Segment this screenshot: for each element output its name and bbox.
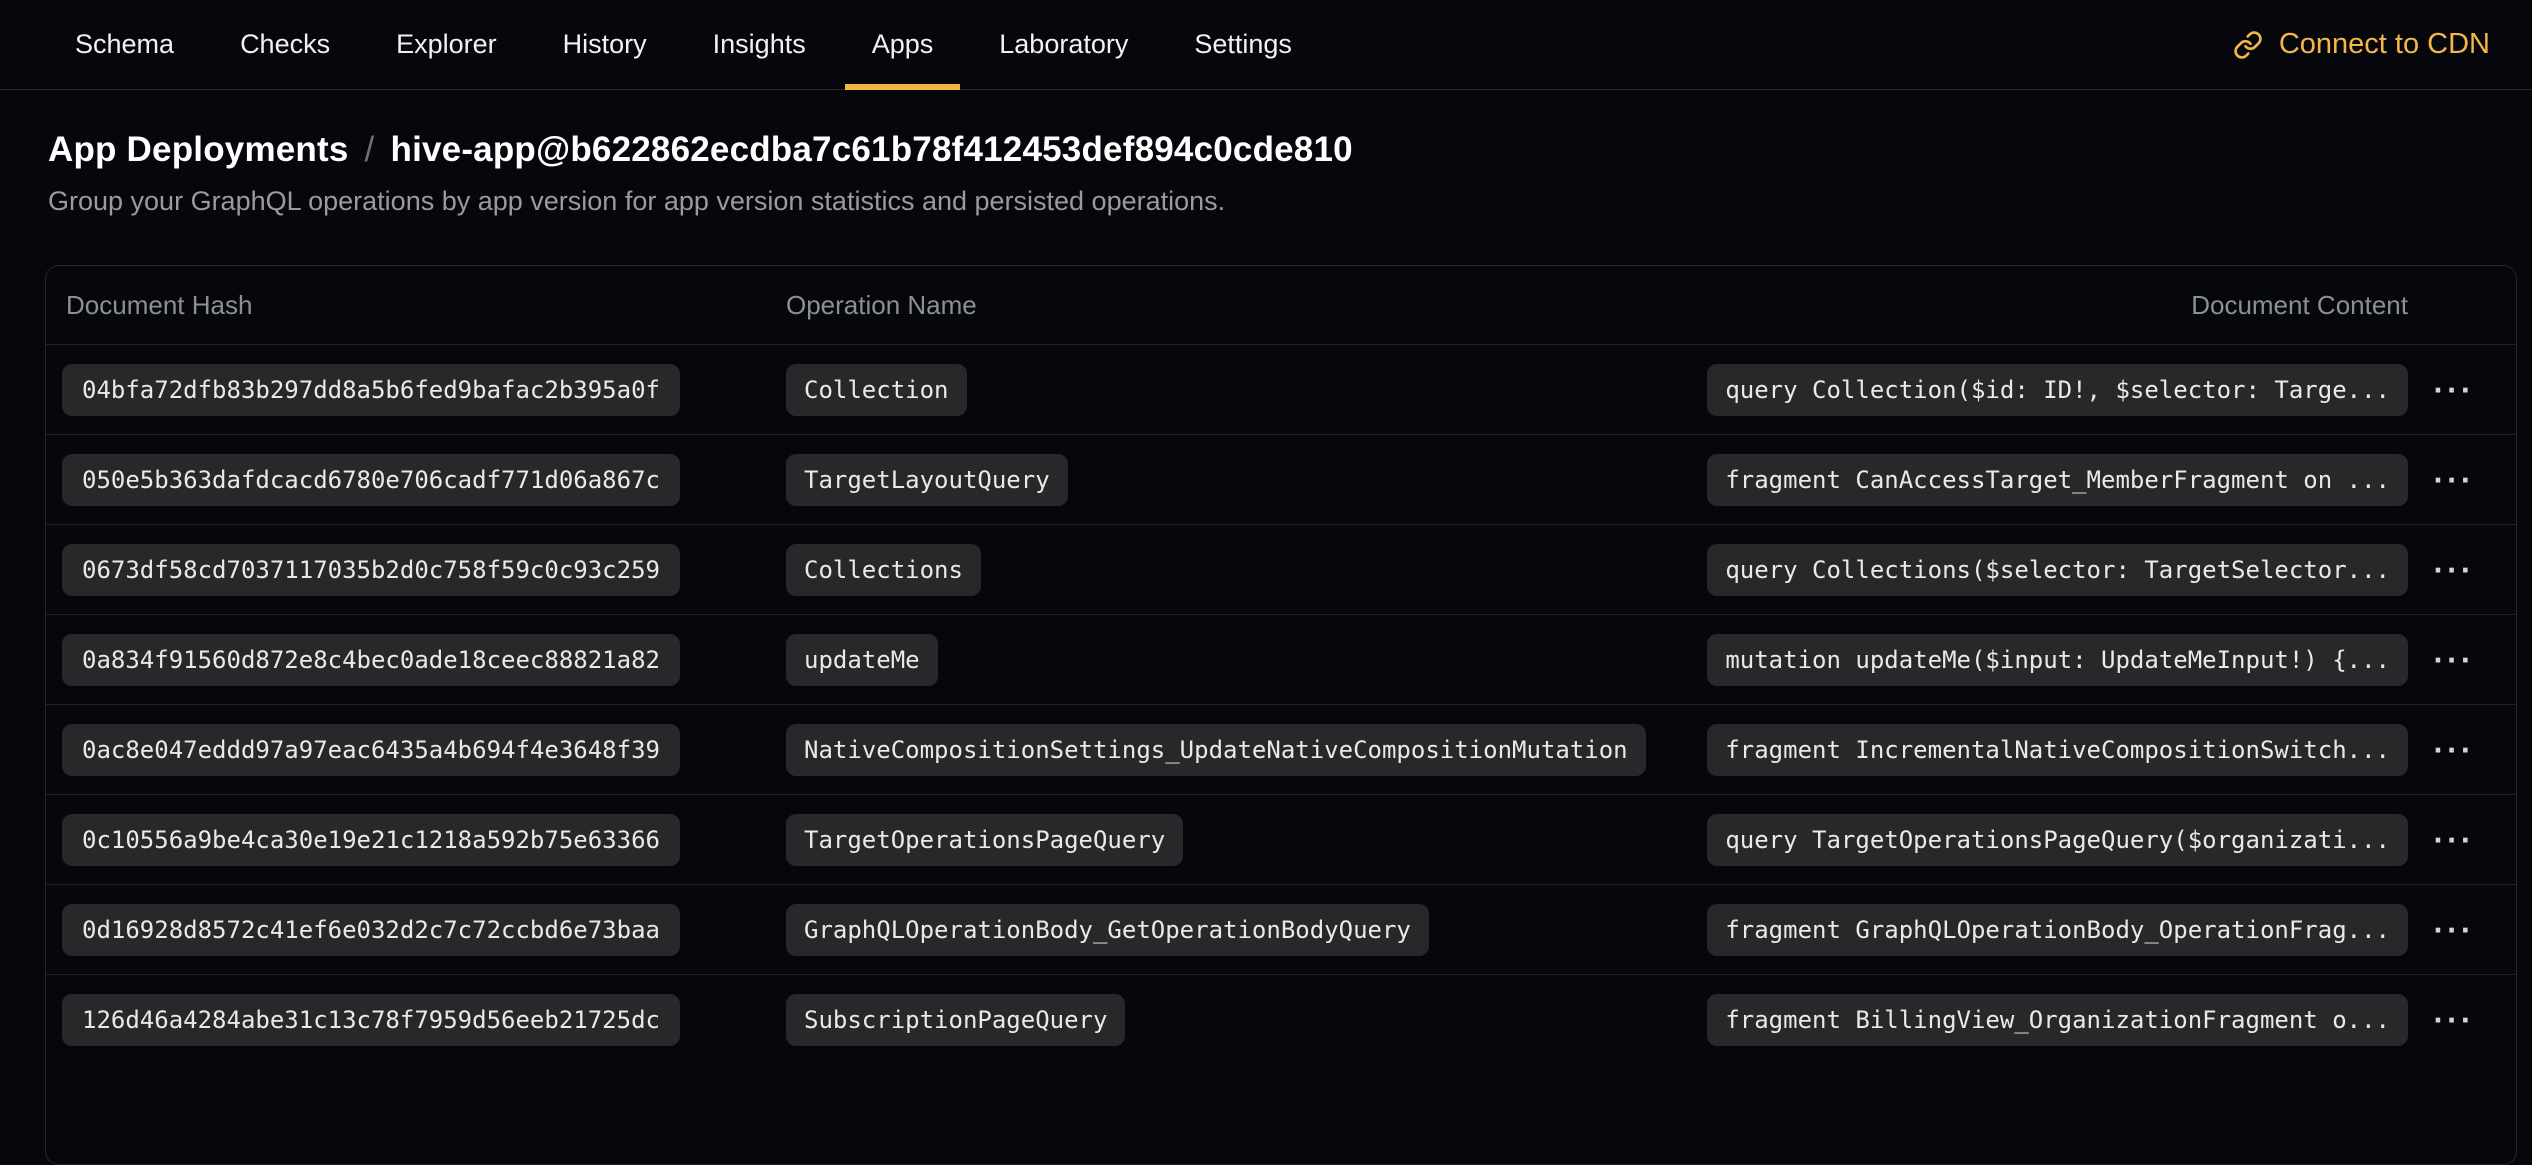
column-header-document-content: Document Content <box>2191 290 2408 321</box>
ellipsis-icon[interactable]: ··· <box>2424 818 2485 862</box>
ellipsis-icon[interactable]: ··· <box>2424 458 2485 502</box>
table-row: 0673df58cd7037117035b2d0c758f59c0c93c259… <box>46 524 2516 614</box>
deployments-table: Document Hash Operation Name Document Co… <box>45 265 2517 1165</box>
app-deployment-id: hive-app@b622862ecdba7c61b78f412453def89… <box>390 130 1352 169</box>
nav-tabs: SchemaChecksExplorerHistoryInsightsAppsL… <box>48 0 1319 89</box>
nav-tab-laboratory[interactable]: Laboratory <box>972 0 1155 89</box>
table-row: 126d46a4284abe31c13c78f7959d56eeb21725dc… <box>46 974 2516 1064</box>
ellipsis-icon[interactable]: ··· <box>2424 908 2485 952</box>
breadcrumb-section[interactable]: App Deployments <box>48 130 349 169</box>
page-header: App Deployments / hive-app@b622862ecdba7c6… <box>0 90 2532 217</box>
document-hash-value: 0d16928d8572c41ef6e032d2c7c72ccbd6e73baa <box>62 904 680 956</box>
operation-name-value: NativeCompositionSettings_UpdateNativeCo… <box>786 724 1646 776</box>
operation-name-value: Collections <box>786 544 981 596</box>
document-hash-value: 0673df58cd7037117035b2d0c758f59c0c93c259 <box>62 544 680 596</box>
ellipsis-icon[interactable]: ··· <box>2424 998 2485 1042</box>
table-body: 04bfa72dfb83b297dd8a5b6fed9bafac2b395a0f… <box>46 344 2516 1064</box>
ellipsis-icon[interactable]: ··· <box>2424 638 2485 682</box>
document-hash-value: 0ac8e047eddd97a97eac6435a4b694f4e3648f39 <box>62 724 680 776</box>
operation-name-value: updateMe <box>786 634 938 686</box>
operation-name-value: TargetOperationsPageQuery <box>786 814 1183 866</box>
table-row: 04bfa72dfb83b297dd8a5b6fed9bafac2b395a0f… <box>46 344 2516 434</box>
column-header-operation-name: Operation Name <box>786 290 2191 321</box>
document-content-preview: query Collection($id: ID!, $selector: Ta… <box>1707 364 2408 416</box>
top-navigation: SchemaChecksExplorerHistoryInsightsAppsL… <box>0 0 2532 90</box>
table-row: 0c10556a9be4ca30e19e21c1218a592b75e63366… <box>46 794 2516 884</box>
column-header-document-hash: Document Hash <box>62 290 786 321</box>
ellipsis-icon[interactable]: ··· <box>2424 728 2485 772</box>
operation-name-value: Collection <box>786 364 967 416</box>
document-hash-value: 0a834f91560d872e8c4bec0ade18ceec88821a82 <box>62 634 680 686</box>
document-content-preview: fragment IncrementalNativeCompositionSwi… <box>1707 724 2408 776</box>
document-hash-value: 0c10556a9be4ca30e19e21c1218a592b75e63366 <box>62 814 680 866</box>
operation-name-value: TargetLayoutQuery <box>786 454 1068 506</box>
document-content-preview: fragment BillingView_OrganizationFragmen… <box>1707 994 2408 1046</box>
document-hash-value: 050e5b363dafdcacd6780e706cadf771d06a867c <box>62 454 680 506</box>
nav-tab-apps[interactable]: Apps <box>845 0 961 89</box>
nav-tab-settings[interactable]: Settings <box>1167 0 1319 89</box>
nav-tab-explorer[interactable]: Explorer <box>369 0 524 89</box>
link-icon <box>2233 30 2263 60</box>
table-row: 050e5b363dafdcacd6780e706cadf771d06a867c… <box>46 434 2516 524</box>
table-row: 0ac8e047eddd97a97eac6435a4b694f4e3648f39… <box>46 704 2516 794</box>
document-hash-value: 04bfa72dfb83b297dd8a5b6fed9bafac2b395a0f <box>62 364 680 416</box>
table-row: 0a834f91560d872e8c4bec0ade18ceec88821a82… <box>46 614 2516 704</box>
page-subtitle: Group your GraphQL operations by app ver… <box>48 186 2484 217</box>
document-content-preview: query Collections($selector: TargetSelec… <box>1707 544 2408 596</box>
document-content-preview: mutation updateMe($input: UpdateMeInput!… <box>1707 634 2408 686</box>
document-content-preview: fragment CanAccessTarget_MemberFragment … <box>1707 454 2408 506</box>
table-header-row: Document Hash Operation Name Document Co… <box>46 266 2516 344</box>
operation-name-value: GraphQLOperationBody_GetOperationBodyQue… <box>786 904 1429 956</box>
connect-to-cdn-button[interactable]: Connect to CDN <box>2233 0 2490 89</box>
ellipsis-icon[interactable]: ··· <box>2424 368 2485 412</box>
nav-tab-insights[interactable]: Insights <box>686 0 833 89</box>
nav-tab-checks[interactable]: Checks <box>213 0 357 89</box>
document-hash-value: 126d46a4284abe31c13c78f7959d56eeb21725dc <box>62 994 680 1046</box>
breadcrumb: App Deployments / hive-app@b622862ecdba7c6… <box>48 130 2484 170</box>
nav-tab-schema[interactable]: Schema <box>48 0 201 89</box>
ellipsis-icon[interactable]: ··· <box>2424 548 2485 592</box>
connect-to-cdn-label: Connect to CDN <box>2279 28 2490 61</box>
nav-tab-history[interactable]: History <box>536 0 674 89</box>
operation-name-value: SubscriptionPageQuery <box>786 994 1125 1046</box>
document-content-preview: fragment GraphQLOperationBody_OperationF… <box>1707 904 2408 956</box>
document-content-preview: query TargetOperationsPageQuery($organiz… <box>1707 814 2408 866</box>
table-row: 0d16928d8572c41ef6e032d2c7c72ccbd6e73baa… <box>46 884 2516 974</box>
breadcrumb-separator: / <box>365 130 375 169</box>
